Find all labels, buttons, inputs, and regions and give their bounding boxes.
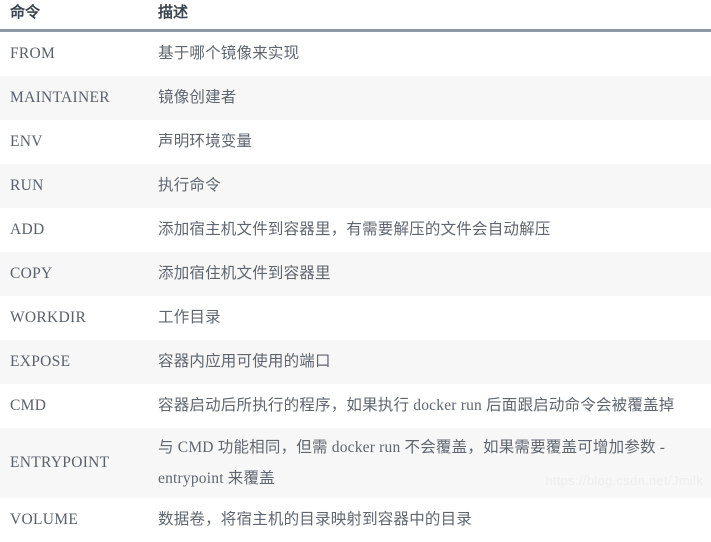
table-row: ENTRYPOINT 与 CMD 功能相同，但需 docker run 不会覆盖… bbox=[0, 428, 711, 498]
cell-command: EXPOSE bbox=[0, 340, 140, 384]
cell-command: CMD bbox=[0, 384, 140, 428]
table-body: FROM 基于哪个镜像来实现 MAINTAINER 镜像创建者 ENV 声明环境… bbox=[0, 31, 711, 542]
cell-command: ADD bbox=[0, 208, 140, 252]
table-row: ADD 添加宿主机文件到容器里，有需要解压的文件会自动解压 bbox=[0, 208, 711, 252]
column-header-command: 命令 bbox=[0, 0, 140, 31]
cell-command: VOLUME bbox=[0, 498, 140, 542]
cell-description: 添加宿主机文件到容器里，有需要解压的文件会自动解压 bbox=[140, 208, 711, 252]
cell-description: 声明环境变量 bbox=[140, 120, 711, 164]
table-row: FROM 基于哪个镜像来实现 bbox=[0, 31, 711, 77]
table-row: WORKDIR 工作目录 bbox=[0, 296, 711, 340]
cell-description: 数据卷，将宿主机的目录映射到容器中的目录 bbox=[140, 498, 711, 542]
dockerfile-instructions-table: 命令 描述 FROM 基于哪个镜像来实现 MAINTAINER 镜像创建者 EN… bbox=[0, 0, 711, 542]
cell-description: 镜像创建者 bbox=[140, 76, 711, 120]
cell-command: FROM bbox=[0, 31, 140, 77]
table-row: COPY 添加宿住机文件到容器里 bbox=[0, 252, 711, 296]
cell-description: 工作目录 bbox=[140, 296, 711, 340]
table-row: CMD 容器启动后所执行的程序，如果执行 docker run 后面跟启动命令会… bbox=[0, 384, 711, 428]
cell-description: 执行命令 bbox=[140, 164, 711, 208]
table-row: ENV 声明环境变量 bbox=[0, 120, 711, 164]
column-header-description: 描述 bbox=[140, 0, 711, 31]
cell-description: 基于哪个镜像来实现 bbox=[140, 31, 711, 77]
cell-description: 与 CMD 功能相同，但需 docker run 不会覆盖，如果需要覆盖可增加参… bbox=[140, 428, 711, 498]
cell-command: ENTRYPOINT bbox=[0, 428, 140, 498]
cell-command: ENV bbox=[0, 120, 140, 164]
cell-description: 容器内应用可使用的端口 bbox=[140, 340, 711, 384]
table-row: VOLUME 数据卷，将宿主机的目录映射到容器中的目录 bbox=[0, 498, 711, 542]
cell-command: WORKDIR bbox=[0, 296, 140, 340]
cell-command: MAINTAINER bbox=[0, 76, 140, 120]
cell-description: 容器启动后所执行的程序，如果执行 docker run 后面跟启动命令会被覆盖掉 bbox=[140, 384, 711, 428]
dockerfile-instructions-table-container: 命令 描述 FROM 基于哪个镜像来实现 MAINTAINER 镜像创建者 EN… bbox=[0, 0, 711, 500]
table-header: 命令 描述 bbox=[0, 0, 711, 31]
table-row: EXPOSE 容器内应用可使用的端口 bbox=[0, 340, 711, 384]
cell-command: COPY bbox=[0, 252, 140, 296]
cell-description: 添加宿住机文件到容器里 bbox=[140, 252, 711, 296]
cell-command: RUN bbox=[0, 164, 140, 208]
table-row: MAINTAINER 镜像创建者 bbox=[0, 76, 711, 120]
table-header-row: 命令 描述 bbox=[0, 0, 711, 31]
table-row: RUN 执行命令 bbox=[0, 164, 711, 208]
